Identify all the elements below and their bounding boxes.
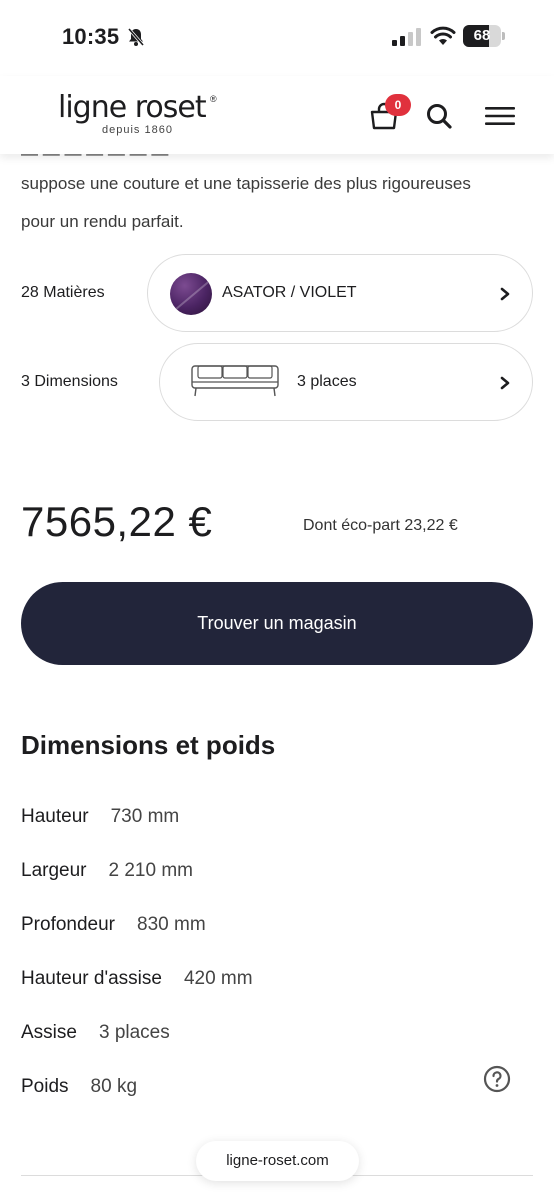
spec-row: Largeur 2 210 mm <box>21 860 193 882</box>
battery-level: 68 <box>473 27 491 44</box>
spec-row: Hauteur 730 mm <box>21 806 179 828</box>
wifi-icon <box>430 26 456 45</box>
spec-name: Hauteur d'assise <box>21 968 162 989</box>
section-title-dimensions: Dimensions et poids <box>21 730 276 760</box>
product-price: 7565,22 € <box>21 498 213 545</box>
site-header: ligne roset ® depuis 1860 0 <box>0 76 554 154</box>
bell-slash-icon <box>127 28 145 46</box>
spec-value: 80 kg <box>90 1076 138 1097</box>
ligne-roset-logo[interactable]: ligne roset ® depuis 1860 <box>58 90 218 138</box>
spec-value: 3 places <box>98 1022 170 1043</box>
search-icon[interactable] <box>425 102 453 130</box>
spec-name: Profondeur <box>21 914 116 935</box>
dimensions-count-label: 3 Dimensions <box>21 373 118 390</box>
battery-indicator: 68 <box>463 25 505 47</box>
spec-value: 830 mm <box>137 914 206 935</box>
spec-name: Poids <box>21 1076 69 1097</box>
materials-count-label: 28 Matières <box>21 284 105 301</box>
description-line-2: pour un rendu parfait. <box>21 212 184 231</box>
hamburger-menu-icon[interactable] <box>485 106 515 126</box>
material-value: ASATOR / VIOLET <box>222 284 357 301</box>
sofa-icon <box>191 365 279 397</box>
status-time: 10:35 <box>62 24 120 49</box>
spec-value: 730 mm <box>110 806 180 827</box>
logo-subtitle: depuis 1860 <box>102 124 173 136</box>
logo-registered-mark: ® <box>210 94 217 104</box>
spec-name: Assise <box>21 1022 77 1043</box>
status-bar: 10:35 68 <box>0 0 554 76</box>
eco-part-note: Dont éco-part 23,22 € <box>303 517 458 534</box>
spec-value: 420 mm <box>183 968 253 989</box>
address-bar-url[interactable]: ligne-roset.com <box>196 1141 359 1181</box>
dimension-value: 3 places <box>297 373 357 390</box>
description-line-1: suppose une couture et une tapisserie de… <box>21 174 471 193</box>
spec-value: 2 210 mm <box>108 860 193 881</box>
description-clipped-line: — — — — — — — <box>21 154 531 166</box>
spec-row: Hauteur d'assise 420 mm <box>21 968 253 990</box>
cellular-signal-icon <box>392 28 421 46</box>
chevron-right-icon <box>500 376 510 390</box>
fabric-swatch <box>170 273 212 315</box>
spec-row: Assise 3 places <box>21 1022 170 1044</box>
material-selector[interactable]: ASATOR / VIOLET <box>147 254 533 332</box>
chevron-right-icon <box>500 287 510 301</box>
find-store-button[interactable]: Trouver un magasin <box>21 582 533 665</box>
spec-name: Largeur <box>21 860 87 881</box>
spec-row: Poids 80 kg <box>21 1076 137 1098</box>
dimension-selector[interactable]: 3 places <box>159 343 533 421</box>
spec-row: Profondeur 830 mm <box>21 914 206 936</box>
spec-name: Hauteur <box>21 806 89 827</box>
logo-wordmark: ligne roset <box>58 90 207 125</box>
help-icon[interactable] <box>483 1065 511 1093</box>
cart-count-badge: 0 <box>385 94 411 116</box>
